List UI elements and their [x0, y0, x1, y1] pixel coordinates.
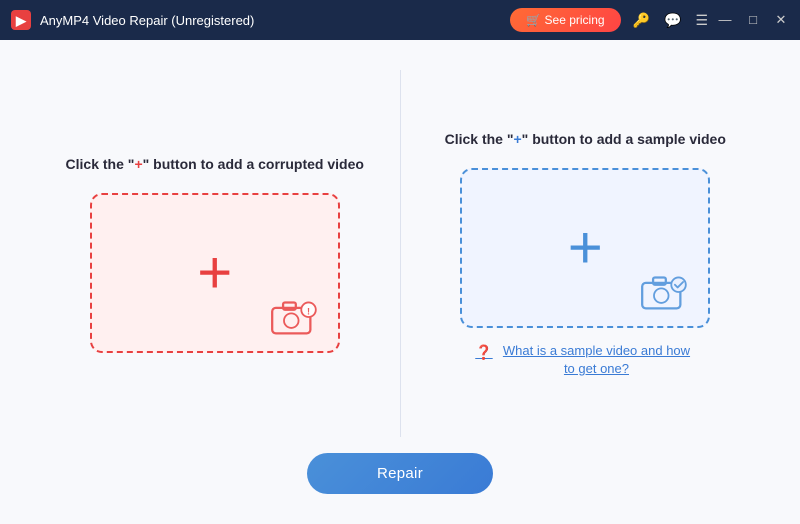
corrupted-video-panel: Click the "+" button to add a corrupted … [40, 70, 390, 437]
add-sample-plus-icon: + [568, 218, 603, 278]
maximize-button[interactable]: □ [744, 12, 762, 28]
add-corrupted-plus-icon: + [197, 243, 232, 303]
minimize-button[interactable]: — [716, 12, 734, 28]
sample-video-help-link[interactable]: ❓ What is a sample video and how to get … [475, 342, 695, 378]
plus-blue: + [513, 131, 521, 147]
panels-row: Click the "+" button to add a corrupted … [40, 70, 760, 437]
svg-text:▶: ▶ [15, 13, 27, 28]
see-pricing-button[interactable]: 🛒 See pricing [510, 8, 620, 32]
plus-red: + [134, 156, 142, 172]
main-content: Click the "+" button to add a corrupted … [0, 40, 800, 524]
bottom-bar: Repair [40, 437, 760, 504]
corrupted-camera-icon: ! [268, 297, 320, 337]
panel-divider [400, 70, 401, 437]
help-link-text: What is a sample video and how to get on… [498, 342, 696, 378]
title-bar: ▶ AnyMP4 Video Repair (Unregistered) 🛒 S… [0, 0, 800, 40]
app-title: AnyMP4 Video Repair (Unregistered) [40, 13, 510, 28]
close-button[interactable]: ✕ [772, 12, 790, 28]
corrupted-instruction: Click the "+" button to add a corrupted … [66, 154, 364, 175]
svg-text:!: ! [307, 306, 310, 316]
add-corrupted-button[interactable]: + ! [90, 193, 340, 353]
sample-camera-icon [638, 272, 690, 312]
help-circle-icon: ❓ [475, 343, 492, 363]
menu-icon[interactable]: ☰ [695, 12, 708, 29]
toolbar-icons: 🔑 💬 ☰ [633, 12, 708, 29]
key-icon[interactable]: 🔑 [633, 12, 650, 29]
window-controls: — □ ✕ [716, 12, 790, 28]
app-logo: ▶ [10, 9, 32, 31]
add-sample-button[interactable]: + [460, 168, 710, 328]
repair-button[interactable]: Repair [307, 453, 493, 494]
sample-video-panel: Click the "+" button to add a sample vid… [411, 70, 761, 437]
sample-instruction: Click the "+" button to add a sample vid… [445, 129, 726, 150]
chat-icon[interactable]: 💬 [664, 12, 681, 29]
